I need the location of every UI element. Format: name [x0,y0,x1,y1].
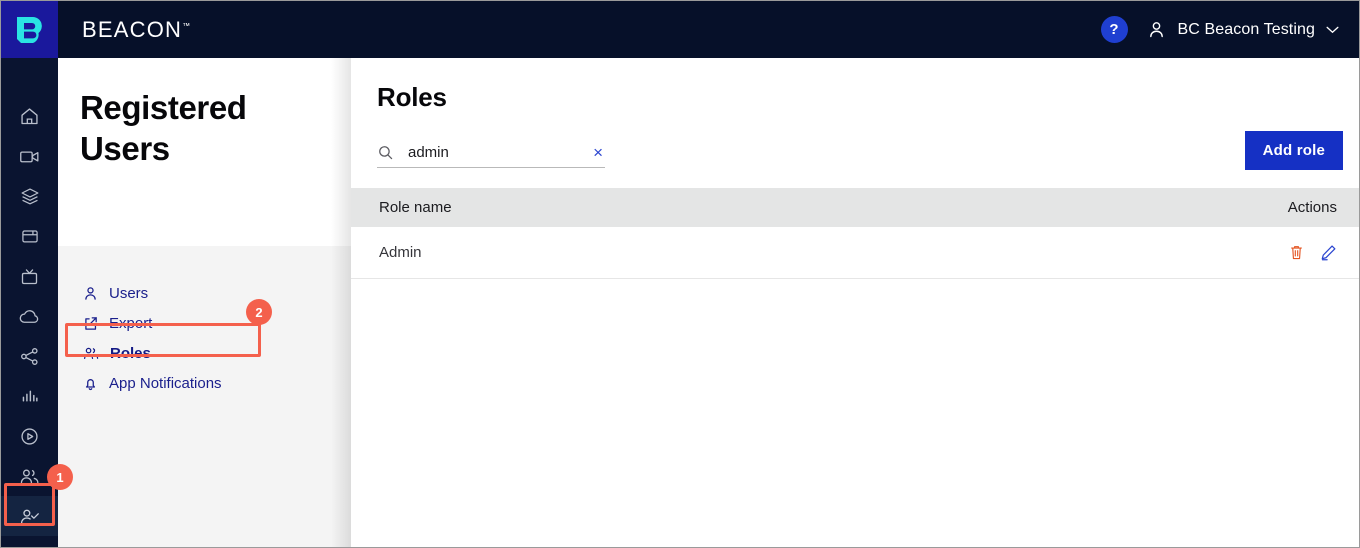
main-title: Roles [377,82,447,112]
brand-wordmark: BEACON™ [82,17,190,43]
app-logo[interactable] [1,1,58,58]
sidebar-item-label: Users [109,284,149,302]
sidebar-item-playback[interactable] [1,416,58,456]
users-icon [20,469,39,483]
edit-icon [1321,245,1336,261]
sidebar-item-users[interactable]: Users [58,278,351,308]
sidebar-item-share[interactable] [1,336,58,376]
user-name-label: BC Beacon Testing [1177,20,1315,38]
wallet-icon [21,230,38,243]
cell-actions [1289,244,1337,261]
app-window: BEACON™ ? BC Beacon Testing 1 Registered… [0,0,1360,548]
column-header-actions: Actions [1287,199,1337,216]
delete-role-button[interactable] [1289,244,1304,261]
video-camera-icon [20,150,39,162]
edit-role-button[interactable] [1320,244,1337,261]
sidebar-item-registered-users[interactable] [1,496,58,536]
sidebar-item-label: Export [109,314,153,332]
clear-search-button[interactable]: × [593,144,603,161]
layers-icon [21,187,38,205]
person-icon [1149,22,1163,38]
tv-icon [21,268,38,284]
help-button[interactable]: ? [1100,16,1128,43]
main-content-panel: Roles × Add role Role name Actions Admin [351,58,1359,547]
sidebar-item-cloud[interactable] [1,296,58,336]
cloud-icon [19,309,39,323]
bell-icon [85,378,96,390]
user-menu[interactable]: BC Beacon Testing [1146,19,1340,40]
step-badge-2: 2 [246,299,272,325]
home-icon [21,107,38,124]
sidebar-item-label: Roles [110,344,151,362]
export-icon [85,316,97,330]
search-icon [379,146,393,160]
sidebar-item-analytics[interactable] [1,376,58,416]
section-header: Registered Users [58,58,351,246]
chevron-down-icon [1326,26,1339,33]
play-circle-icon [21,427,38,445]
bar-chart-icon [22,390,38,402]
search-input[interactable] [408,144,558,161]
step-badge-1: 1 [47,464,73,490]
section-sidebar: Registered Users Users Export Roles App … [58,58,351,547]
sidebar-item-tv[interactable] [1,256,58,296]
topbar-right-group: ? BC Beacon Testing [1100,16,1360,43]
column-header-role-name: Role name [379,199,452,216]
user-check-icon [20,509,39,524]
roles-table: Role name Actions Admin [351,188,1359,279]
main-header: Roles [351,58,1359,113]
person-icon [85,286,96,300]
beacon-b-logo-icon [16,16,42,43]
section-nav-list: Users Export Roles App Notifications [58,246,351,398]
delete-icon [1291,246,1302,260]
cell-role-name: Admin [379,244,422,261]
sidebar-item-app-notifications[interactable]: App Notifications [58,368,351,398]
share-nodes-icon [21,347,38,365]
sidebar-item-wallet[interactable] [1,216,58,256]
top-navigation-bar: BEACON™ ? BC Beacon Testing [1,1,1360,58]
table-header-row: Role name Actions [351,188,1359,227]
users-icon [84,347,99,359]
table-row[interactable]: Admin [351,227,1359,279]
sidebar-item-label: App Notifications [109,374,222,392]
trademark-symbol: ™ [182,21,191,31]
sidebar-item-export[interactable]: Export [58,308,351,338]
sidebar-item-roles[interactable]: Roles [58,338,351,368]
add-role-button[interactable]: Add role [1244,131,1343,170]
sidebar-item-live-video[interactable] [1,136,58,176]
sidebar-item-home[interactable] [1,96,58,136]
page-title: Registered Users [80,89,247,167]
brand-text: BEACON [82,16,183,42]
search-field-wrapper: × [377,144,605,168]
sidebar-item-layers[interactable] [1,176,58,216]
roles-toolbar: × Add role [351,113,1359,170]
